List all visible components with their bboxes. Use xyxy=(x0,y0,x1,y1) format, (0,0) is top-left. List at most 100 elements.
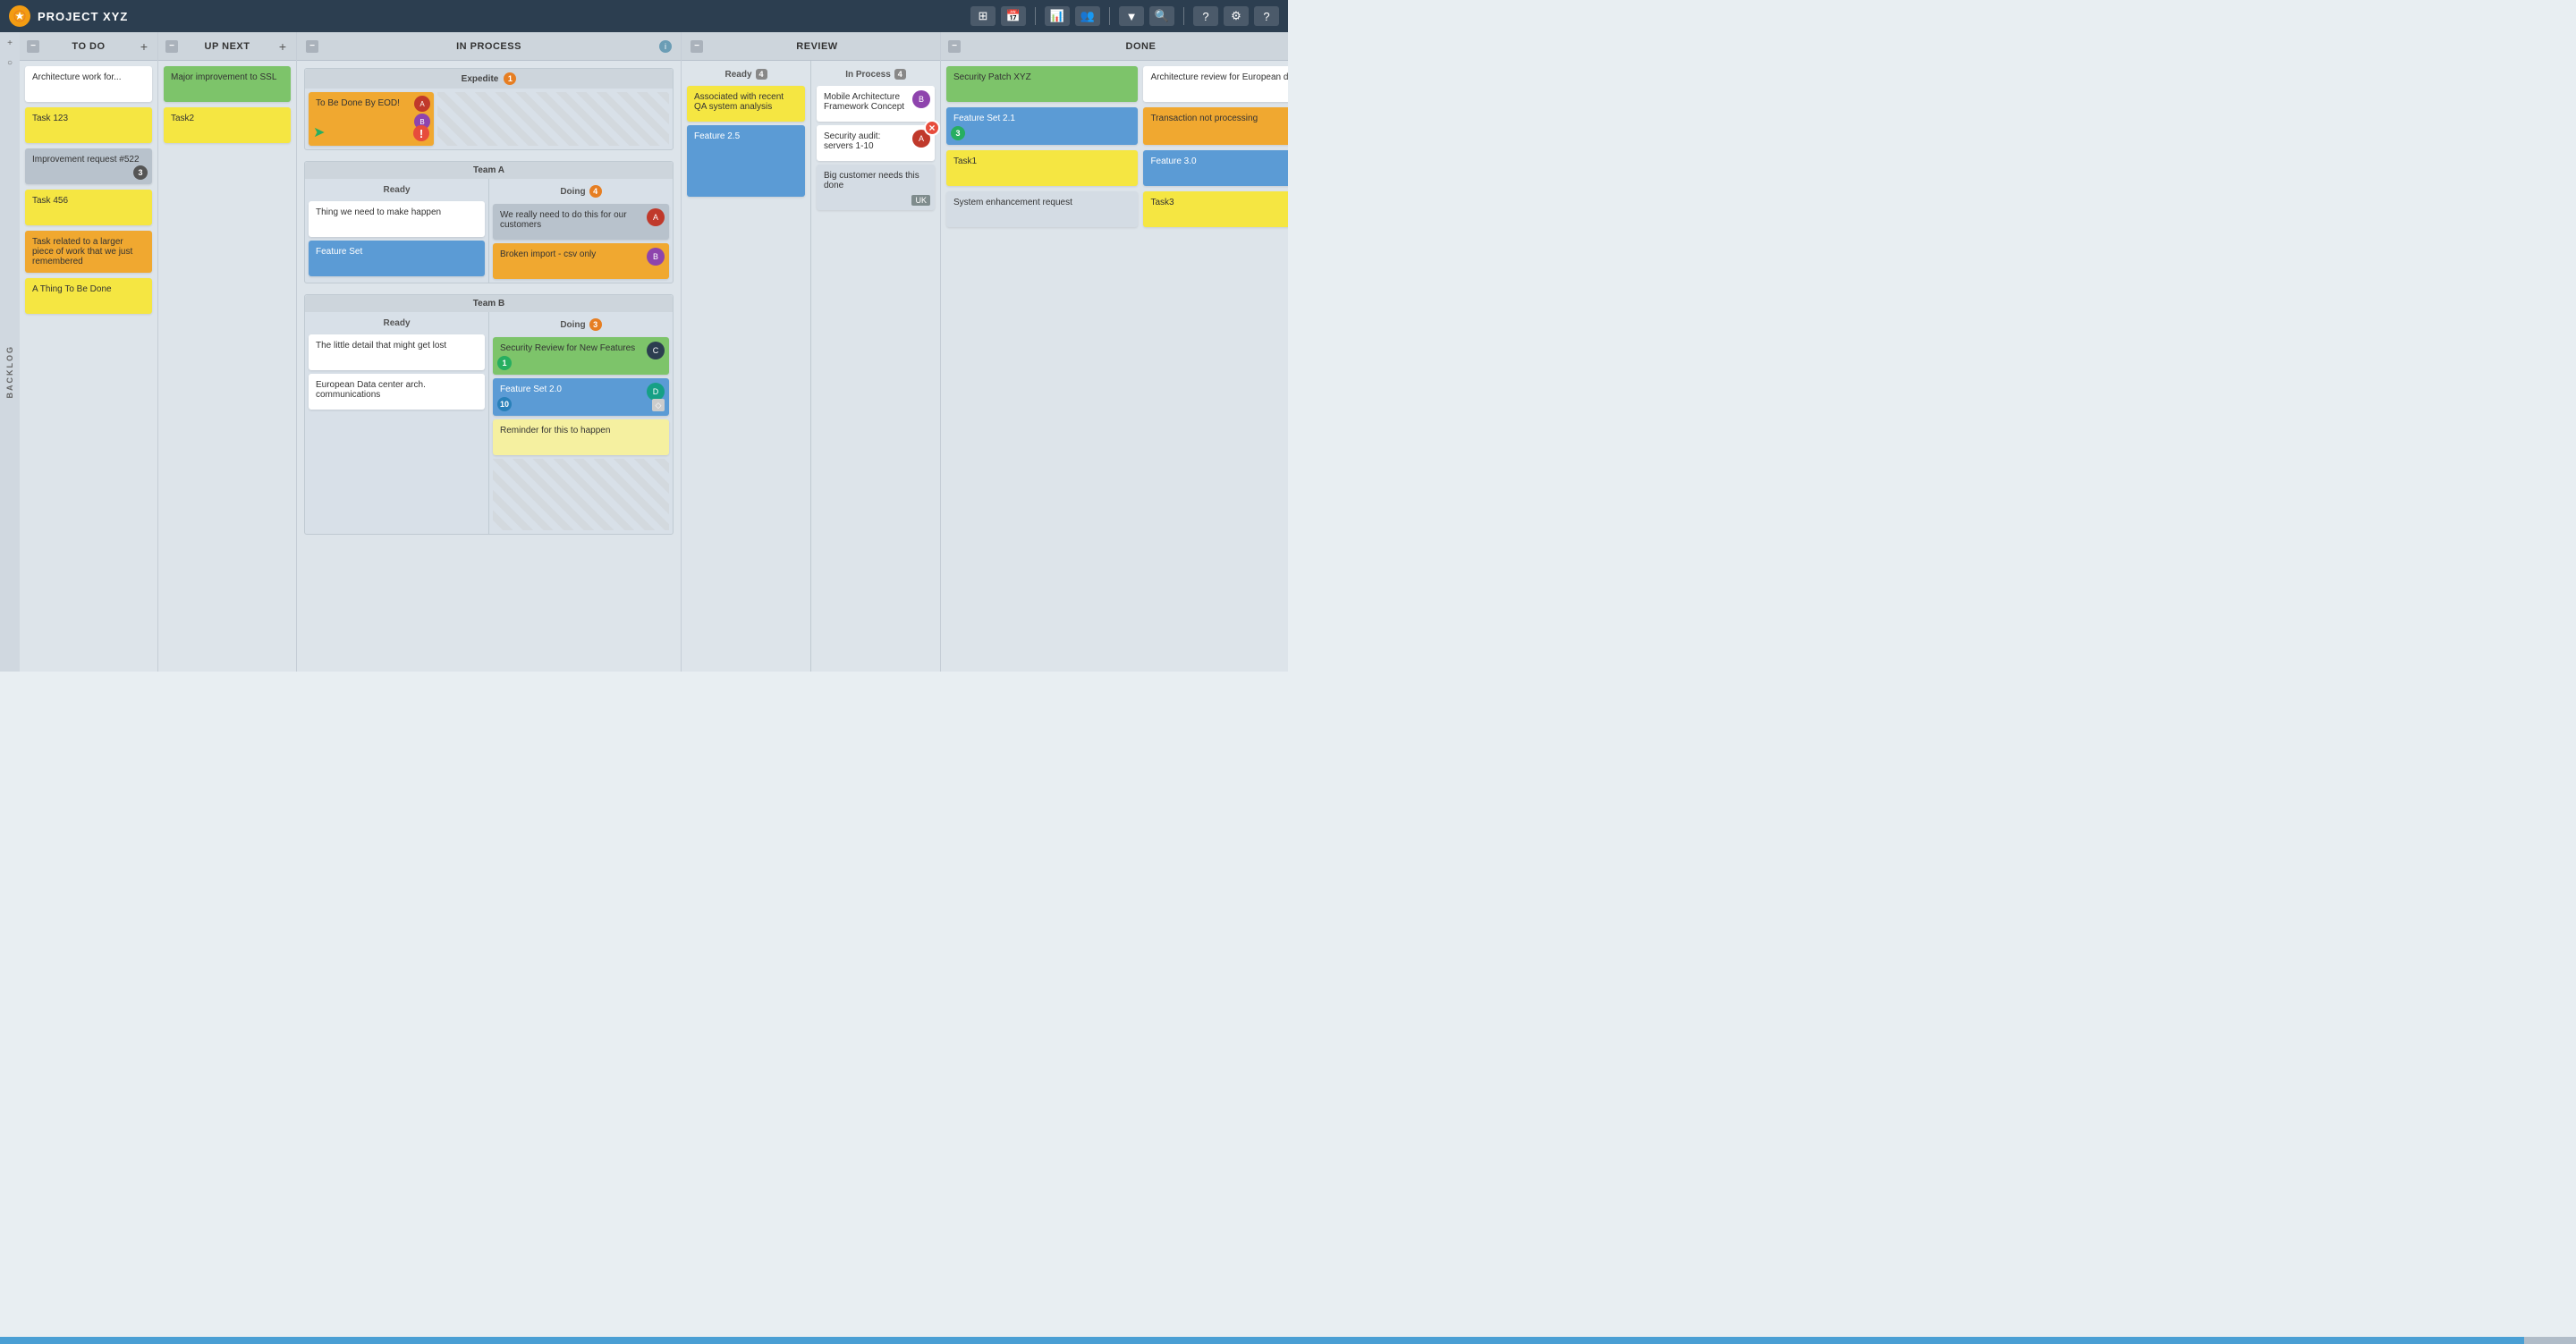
list-item[interactable]: Major improvement to SSL xyxy=(164,66,291,102)
filter-btn[interactable]: ▼ xyxy=(1119,6,1144,26)
review-inprocess-col: In Process 4 Mobile Architecture Framewo… xyxy=(811,61,940,672)
card-text: Feature 3.0 xyxy=(1150,156,1196,166)
search-btn[interactable]: 🔍 xyxy=(1149,6,1174,26)
todo-column: − TO DO + Architecture work for... Task … xyxy=(20,32,158,672)
sidebar-circle-icon[interactable]: ○ xyxy=(3,55,17,70)
teama-doing-count: 4 xyxy=(589,185,602,198)
list-item[interactable]: Associated with recent QA system analysi… xyxy=(687,86,805,122)
list-item[interactable]: Feature 3.0 xyxy=(1143,150,1288,186)
list-item[interactable]: Task related to a larger piece of work t… xyxy=(25,231,152,273)
todo-title: TO DO xyxy=(43,41,134,52)
upnext-add-btn[interactable]: + xyxy=(276,40,289,53)
settings-btn[interactable]: ⚙ xyxy=(1224,6,1249,26)
teama-ready-col: Ready Thing we need to make happen Featu… xyxy=(305,179,489,283)
teama-columns: Ready Thing we need to make happen Featu… xyxy=(305,179,673,283)
header-toolbar: ⊞ 📅 📊 👥 ▼ 🔍 ? ⚙ ? xyxy=(970,6,1279,26)
card-badge: 3 xyxy=(951,126,965,140)
inprocess-info-icon[interactable]: i xyxy=(659,40,672,53)
card-text: Big customer needs this done xyxy=(824,171,919,190)
reports-btn[interactable]: 📊 xyxy=(1045,6,1070,26)
teamb-doing-col: Doing 3 Security Review for New Features… xyxy=(489,312,673,534)
list-item[interactable]: Task1 xyxy=(946,150,1138,186)
review-inprocess-header: In Process 4 xyxy=(817,66,935,82)
board-outer: + ○ BACKLOG − TO DO + Architecture work … xyxy=(0,32,1288,672)
list-item[interactable]: Transaction not processing ❗ xyxy=(1143,107,1288,145)
list-item[interactable]: We really need to do this for our custom… xyxy=(493,204,669,240)
done-body: Security Patch XYZ Architecture review f… xyxy=(941,61,1288,232)
card-text: Feature Set xyxy=(316,247,362,257)
list-item[interactable]: A Thing To Be Done xyxy=(25,278,152,314)
divider-2 xyxy=(1109,7,1110,25)
list-item[interactable]: Big customer needs this done UK xyxy=(817,165,935,210)
inprocess-column: − IN PROCESS i Expedite 1 To Be Done By … xyxy=(297,32,682,672)
sidebar-plus-icon[interactable]: + xyxy=(3,36,17,50)
card-text: Transaction not processing xyxy=(1150,114,1258,123)
list-item[interactable]: Feature Set xyxy=(309,241,485,276)
divider-1 xyxy=(1035,7,1036,25)
users-btn[interactable]: 👥 xyxy=(1075,6,1100,26)
left-sidebar: + ○ BACKLOG xyxy=(0,32,20,672)
card-text: Architecture work for... xyxy=(32,72,121,82)
list-item[interactable]: Mobile Architecture Framework Concept B xyxy=(817,86,935,122)
list-item[interactable]: Feature Set 2.0 D 10 ◇ xyxy=(493,378,669,416)
list-item[interactable]: Architecture review for European data ce… xyxy=(1143,66,1288,102)
card-text: Task 456 xyxy=(32,196,68,206)
expedite-body: To Be Done By EOD! A B ➤ ! xyxy=(305,89,673,149)
card-text: Task2 xyxy=(171,114,194,123)
upnext-collapse-btn[interactable]: − xyxy=(165,40,178,53)
card-text: Task1 xyxy=(953,156,977,166)
list-item[interactable]: Security Patch XYZ xyxy=(946,66,1138,102)
todo-collapse-btn[interactable]: − xyxy=(27,40,39,53)
list-item[interactable]: Task 123 xyxy=(25,107,152,143)
expedite-count: 1 xyxy=(504,72,516,85)
card-arrow-icon: ➤ xyxy=(313,123,325,141)
project-title: PROJECT XYZ xyxy=(38,10,128,23)
list-item[interactable]: Improvement request #522 3 xyxy=(25,148,152,184)
list-item[interactable]: Feature Set 2.1 3 xyxy=(946,107,1138,145)
card-tag-icon: ◇ xyxy=(652,399,665,411)
list-item[interactable]: Task 456 xyxy=(25,190,152,225)
expedite-section: Expedite 1 To Be Done By EOD! A B ➤ ! xyxy=(304,68,674,150)
help-btn[interactable]: ? xyxy=(1193,6,1218,26)
card-text: A Thing To Be Done xyxy=(32,284,112,294)
teama-header: Team A xyxy=(305,162,673,179)
user-btn[interactable]: ? xyxy=(1254,6,1279,26)
alert-badge: ! xyxy=(413,125,429,141)
inprocess-collapse-btn[interactable]: − xyxy=(306,40,318,53)
list-item[interactable]: Architecture work for... xyxy=(25,66,152,102)
review-column: − REVIEW Ready 4 Associated with recent … xyxy=(682,32,941,672)
list-item[interactable]: Security Review for New Features C 1 xyxy=(493,337,669,375)
todo-add-btn[interactable]: + xyxy=(138,40,150,53)
card-text: Thing we need to make happen xyxy=(316,207,441,217)
list-item[interactable]: Security audit: servers 1-10 A × xyxy=(817,125,935,161)
done-collapse-btn[interactable]: − xyxy=(948,40,961,53)
board-view-btn[interactable]: ⊞ xyxy=(970,6,996,26)
list-item[interactable]: Broken import - csv only B xyxy=(493,243,669,279)
list-item[interactable]: The little detail that might get lost xyxy=(309,334,485,370)
list-item[interactable]: Task3 xyxy=(1143,191,1288,227)
list-item[interactable]: Feature 2.5 xyxy=(687,125,805,197)
card-text: Associated with recent QA system analysi… xyxy=(694,92,784,112)
teamb-empty-area xyxy=(493,459,669,530)
review-collapse-btn[interactable]: − xyxy=(691,40,703,53)
inprocess-body: Expedite 1 To Be Done By EOD! A B ➤ ! xyxy=(297,61,681,672)
teamb-section: Team B Ready The little detail that migh… xyxy=(304,294,674,535)
app-logo xyxy=(9,5,30,27)
list-item[interactable]: To Be Done By EOD! A B ➤ ! xyxy=(309,92,434,146)
card-remove-btn[interactable]: × xyxy=(924,120,940,136)
inprocess-title: IN PROCESS xyxy=(318,41,659,52)
upnext-column: − UP NEXT + Major improvement to SSL Tas… xyxy=(158,32,297,672)
divider-3 xyxy=(1183,7,1184,25)
list-item[interactable]: System enhancement request xyxy=(946,191,1138,227)
calendar-view-btn[interactable]: 📅 xyxy=(1001,6,1026,26)
review-inprocess-count: 4 xyxy=(894,69,906,80)
teama-section: Team A Ready Thing we need to make happe… xyxy=(304,161,674,283)
list-item[interactable]: European Data center arch. communication… xyxy=(309,374,485,410)
list-item[interactable]: Task2 xyxy=(164,107,291,143)
teamb-ready-col: Ready The little detail that might get l… xyxy=(305,312,489,534)
list-item[interactable]: Thing we need to make happen xyxy=(309,201,485,237)
card-badge: 10 xyxy=(497,397,512,411)
card-text: To Be Done By EOD! xyxy=(316,98,400,108)
list-item[interactable]: Reminder for this to happen xyxy=(493,419,669,455)
progress-fill xyxy=(0,1337,2524,1344)
